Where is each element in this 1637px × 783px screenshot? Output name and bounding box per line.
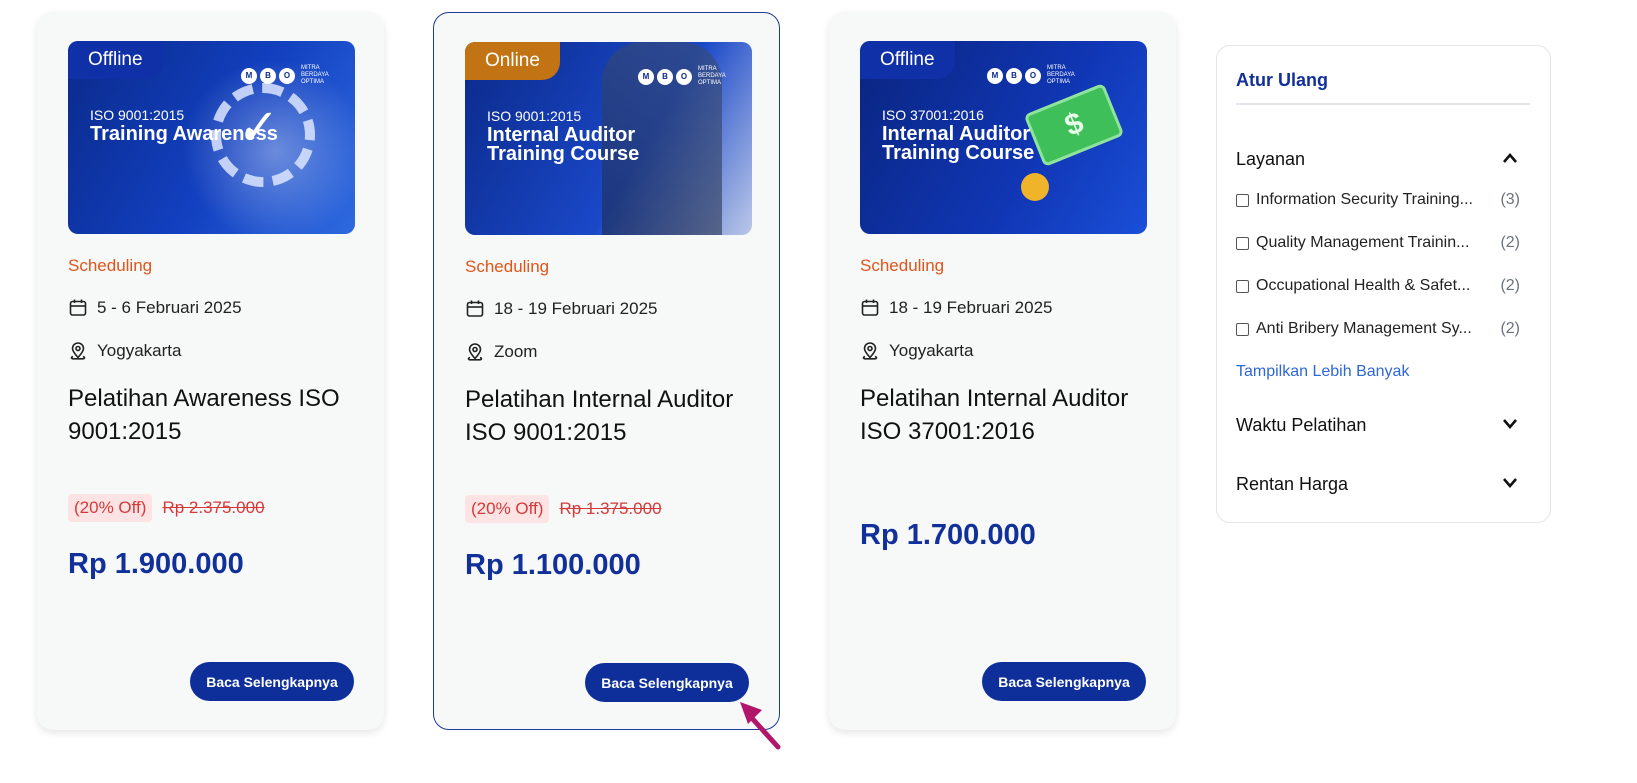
checkbox[interactable] bbox=[1236, 236, 1249, 250]
image-title: Internal Auditor Training Course bbox=[487, 124, 640, 165]
old-price: Rp 2.375.000 bbox=[162, 498, 265, 517]
filter-option-label: Anti Bribery Management Sy... bbox=[1256, 320, 1472, 337]
brand-logo: MBO MITRA BERDAYA OPTIMA bbox=[987, 65, 1077, 86]
checkbox[interactable] bbox=[1236, 193, 1249, 207]
reset-filters-link[interactable]: Atur Ulang bbox=[1236, 70, 1328, 91]
show-more-link[interactable]: Tampilkan Lebih Banyak bbox=[1236, 363, 1409, 381]
image-title: Training Awareness bbox=[90, 123, 278, 145]
old-price: Rp 1.375.000 bbox=[559, 499, 662, 518]
status-label: Scheduling bbox=[860, 256, 945, 275]
course-card-2[interactable]: Online MBO MITRA BERDAYA OPTIMA ISO 9001… bbox=[433, 12, 780, 730]
discount-badge: (20% Off) bbox=[465, 495, 550, 523]
image-subtitle: ISO 37001:2016 bbox=[882, 107, 984, 123]
course-image[interactable]: Offline MBO MITRA BERDAYA OPTIMA ISO 370… bbox=[860, 41, 1147, 234]
read-more-button[interactable]: Baca Selengkapnya bbox=[982, 662, 1146, 701]
date-text: 18 - 19 Februari 2025 bbox=[889, 298, 1053, 317]
read-more-button[interactable]: Baca Selengkapnya bbox=[190, 662, 354, 701]
location-row: Yogyakarta bbox=[68, 341, 181, 361]
date-row: 18 - 19 Februari 2025 bbox=[860, 298, 1053, 318]
price: Rp 1.700.000 bbox=[860, 519, 1036, 551]
location-text: Yogyakarta bbox=[97, 341, 182, 360]
location-pin-icon bbox=[862, 342, 878, 360]
mode-tag: Online bbox=[465, 42, 560, 80]
layanan-title[interactable]: Layanan bbox=[1236, 149, 1305, 170]
course-card-1[interactable]: Offline MBO MITRA BERDAYA OPTIMA ISO 900… bbox=[37, 12, 384, 730]
divider bbox=[1236, 103, 1530, 105]
location-text: Yogyakarta bbox=[889, 341, 974, 360]
checkbox[interactable] bbox=[1236, 279, 1249, 293]
brand-logo: MBO MITRA BERDAYA OPTIMA bbox=[241, 65, 331, 86]
filter-option-count: (2) bbox=[1500, 320, 1520, 337]
coin-icon bbox=[1021, 173, 1049, 201]
price: Rp 1.900.000 bbox=[68, 548, 244, 580]
course-image[interactable]: Offline MBO MITRA BERDAYA OPTIMA ISO 900… bbox=[68, 41, 355, 234]
calendar-icon bbox=[861, 299, 879, 316]
status-label: Scheduling bbox=[465, 257, 550, 276]
filter-option-label: Information Security Training... bbox=[1256, 191, 1473, 208]
filter-option[interactable]: Information Security Training... (3) bbox=[1236, 191, 1520, 209]
filter-option[interactable]: Occupational Health & Safet... (2) bbox=[1236, 277, 1520, 295]
filter-option-count: (3) bbox=[1500, 191, 1520, 208]
filter-option-count: (2) bbox=[1500, 234, 1520, 251]
location-row: Yogyakarta bbox=[860, 341, 973, 361]
rentan-harga-title[interactable]: Rentan Harga bbox=[1236, 474, 1348, 495]
course-card-3[interactable]: Offline MBO MITRA BERDAYA OPTIMA ISO 370… bbox=[829, 12, 1176, 730]
cursor-arrow-icon bbox=[740, 702, 781, 750]
calendar-icon bbox=[69, 299, 87, 316]
location-pin-icon bbox=[70, 342, 86, 360]
brand-logo: MBO MITRA BERDAYA OPTIMA bbox=[638, 66, 728, 87]
discount-row: (20% Off) Rp 1.375.000 bbox=[465, 495, 662, 523]
date-row: 18 - 19 Februari 2025 bbox=[465, 299, 658, 319]
filter-option[interactable]: Quality Management Trainin... (2) bbox=[1236, 234, 1520, 252]
checkbox[interactable] bbox=[1236, 322, 1249, 336]
chevron-down-icon[interactable] bbox=[1502, 418, 1518, 430]
chevron-up-icon[interactable] bbox=[1502, 152, 1518, 164]
location-pin-icon bbox=[467, 343, 483, 361]
location-row: Zoom bbox=[465, 342, 537, 362]
read-more-button[interactable]: Baca Selengkapnya bbox=[585, 663, 749, 702]
calendar-icon bbox=[466, 300, 484, 317]
filter-option-count: (2) bbox=[1500, 277, 1520, 294]
date-text: 18 - 19 Februari 2025 bbox=[494, 299, 658, 318]
course-title[interactable]: Pelatihan Internal Auditor ISO 9001:2015 bbox=[465, 383, 755, 449]
waktu-pelatihan-title[interactable]: Waktu Pelatihan bbox=[1236, 415, 1366, 436]
price: Rp 1.100.000 bbox=[465, 549, 641, 581]
image-subtitle: ISO 9001:2015 bbox=[487, 108, 582, 124]
filter-option-label: Occupational Health & Safet... bbox=[1256, 277, 1471, 294]
location-text: Zoom bbox=[494, 342, 538, 361]
filter-sidebar: Atur Ulang Layanan Information Security … bbox=[1216, 45, 1551, 523]
mode-tag: Offline bbox=[68, 41, 163, 79]
course-title[interactable]: Pelatihan Awareness ISO 9001:2015 bbox=[68, 382, 358, 448]
date-text: 5 - 6 Februari 2025 bbox=[97, 298, 242, 317]
filter-option[interactable]: Anti Bribery Management Sy... (2) bbox=[1236, 320, 1520, 338]
image-subtitle: ISO 9001:2015 bbox=[90, 107, 185, 123]
course-image[interactable]: Online MBO MITRA BERDAYA OPTIMA ISO 9001… bbox=[465, 42, 752, 235]
chevron-down-icon[interactable] bbox=[1502, 477, 1518, 489]
date-row: 5 - 6 Februari 2025 bbox=[68, 298, 242, 318]
course-title[interactable]: Pelatihan Internal Auditor ISO 37001:201… bbox=[860, 382, 1150, 448]
filter-option-label: Quality Management Trainin... bbox=[1256, 234, 1470, 251]
status-label: Scheduling bbox=[68, 256, 153, 275]
discount-badge: (20% Off) bbox=[68, 494, 153, 522]
image-title: Internal Auditor Training Course bbox=[882, 123, 1035, 164]
mode-tag: Offline bbox=[860, 41, 955, 79]
discount-row: (20% Off) Rp 2.375.000 bbox=[68, 494, 265, 522]
